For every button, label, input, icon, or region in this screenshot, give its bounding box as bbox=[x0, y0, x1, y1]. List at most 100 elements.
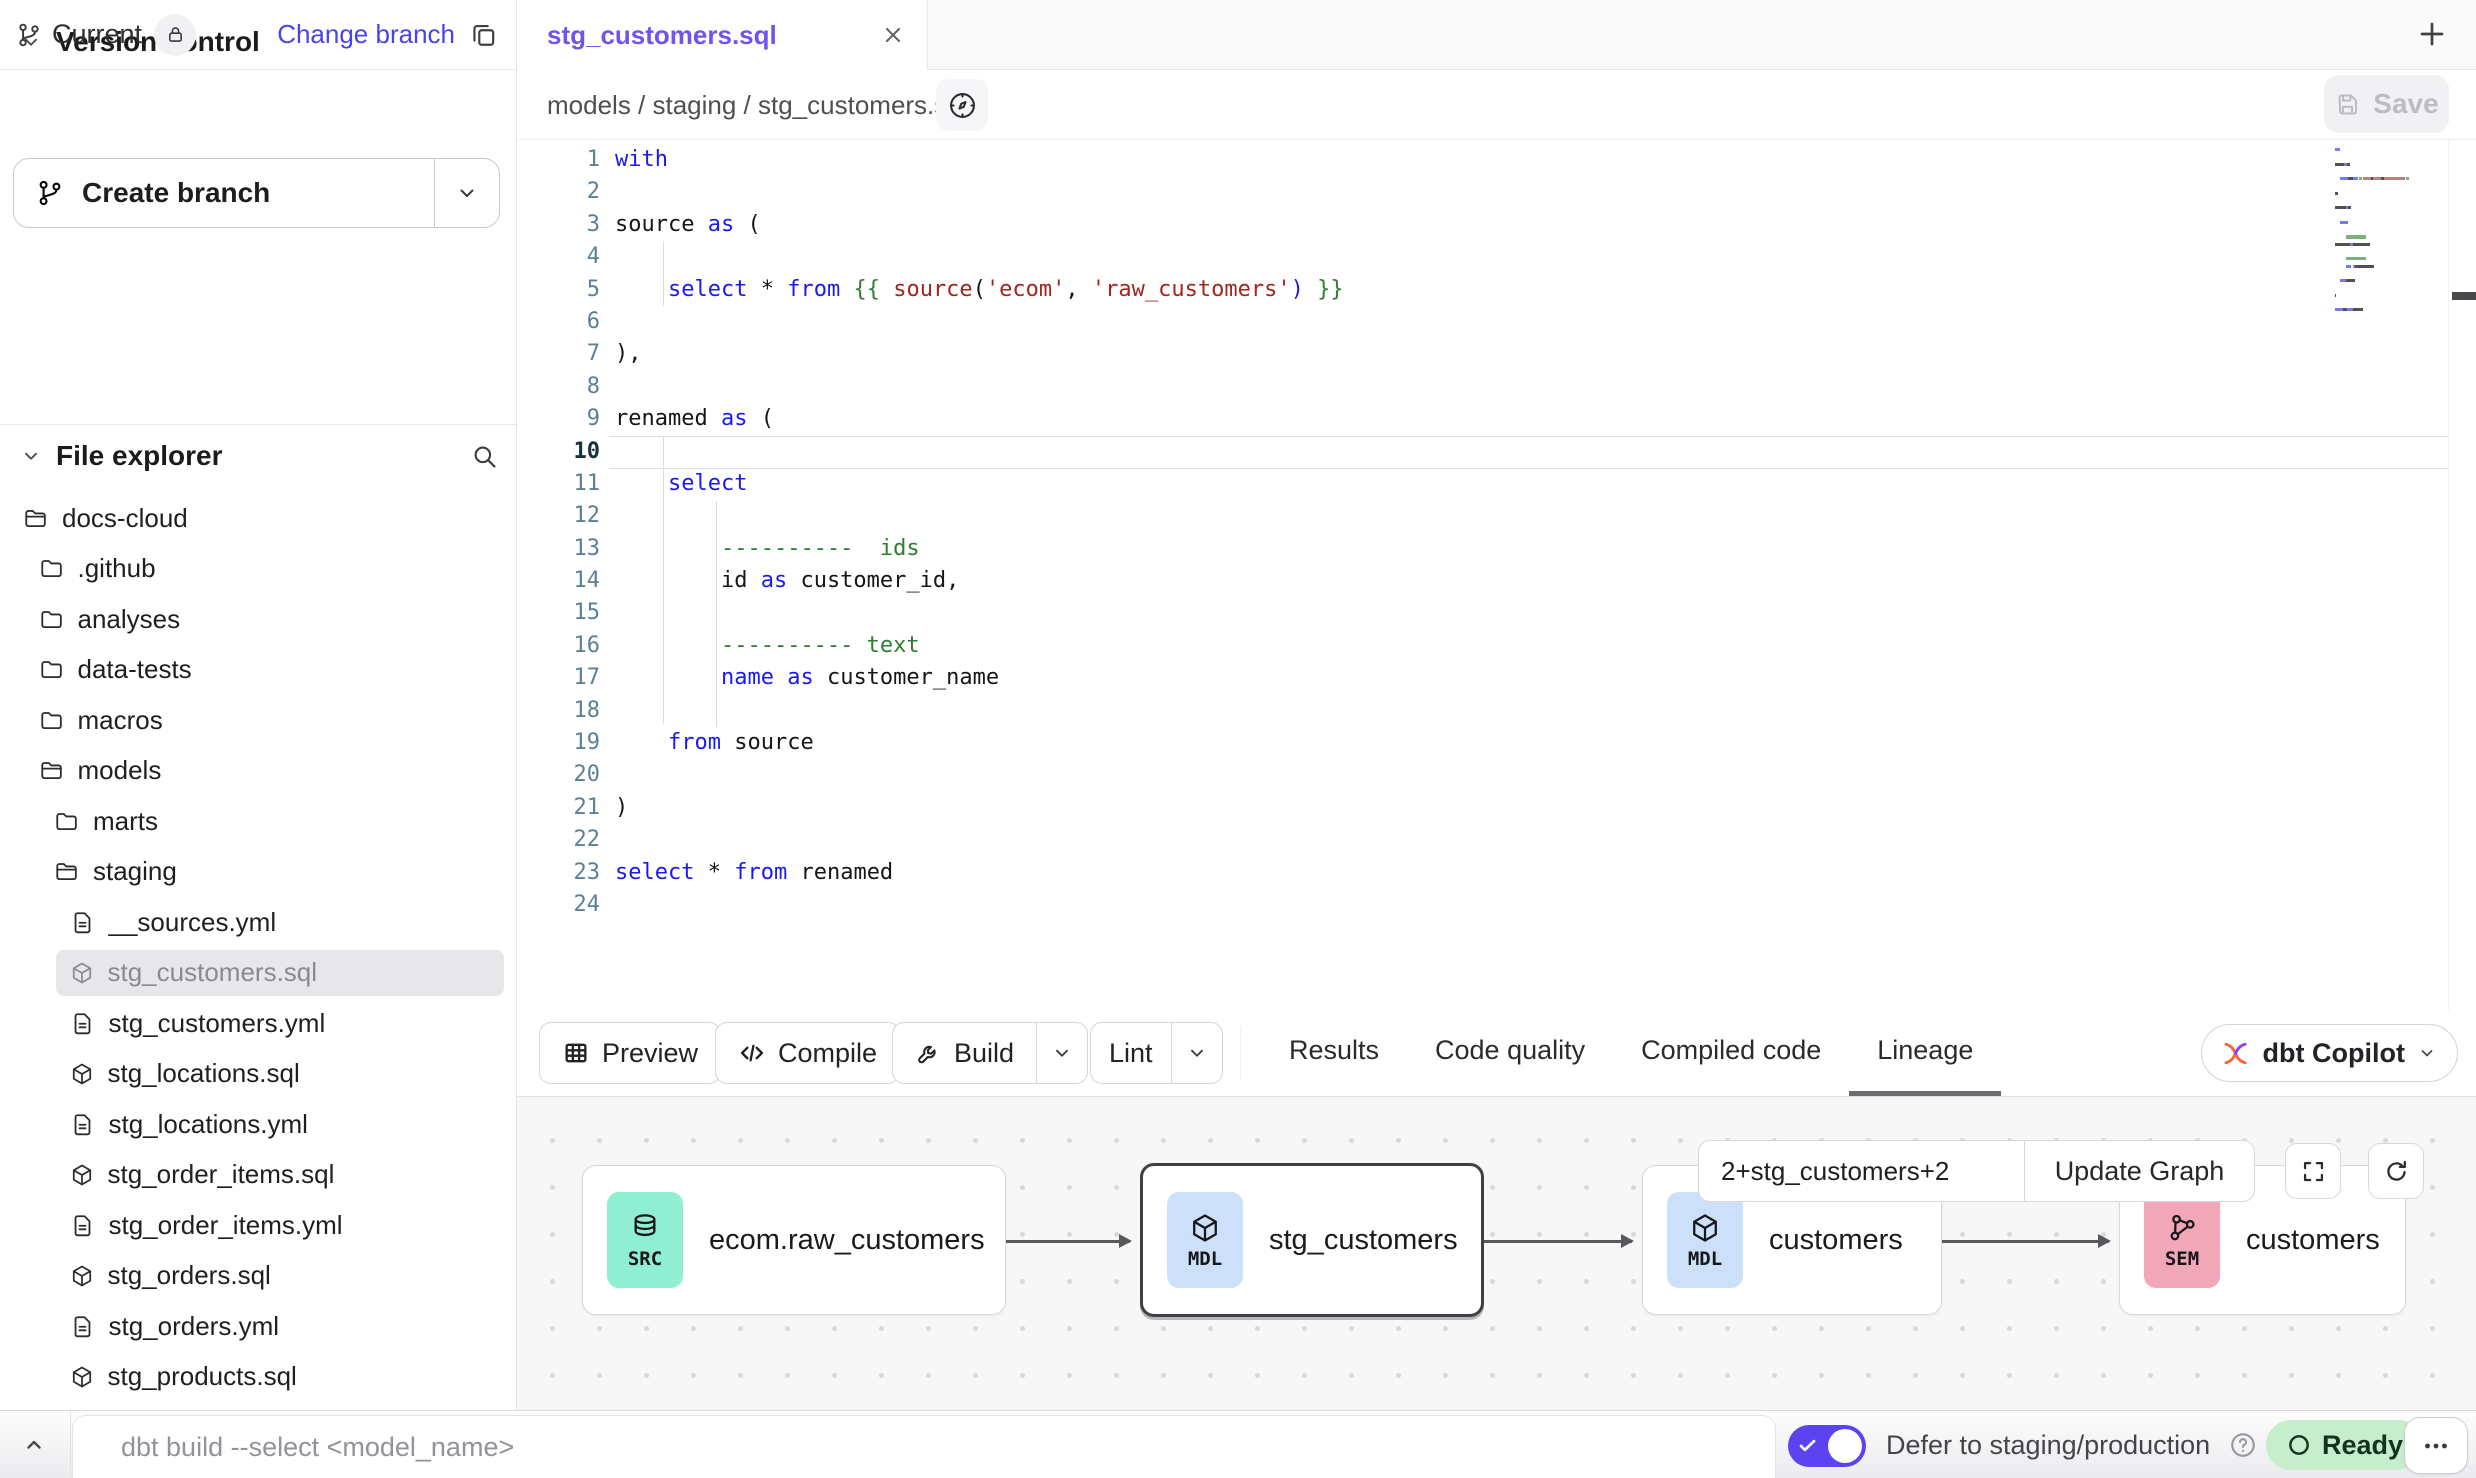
panel-tab-lineage[interactable]: Lineage bbox=[1849, 1010, 2001, 1096]
code-text: renamed as ( bbox=[600, 403, 774, 435]
more-options-button[interactable] bbox=[2404, 1417, 2468, 1474]
file-item-stg_products.sql[interactable]: stg_products.sql bbox=[0, 1352, 516, 1403]
preview-button[interactable]: Preview bbox=[539, 1022, 721, 1084]
code-line[interactable]: 23select * from renamed bbox=[517, 857, 2476, 889]
code-text bbox=[600, 436, 615, 468]
chevron-up-icon bbox=[22, 1433, 46, 1457]
code-line[interactable]: 11 select bbox=[517, 468, 2476, 500]
code-line[interactable]: 19 from source bbox=[517, 727, 2476, 759]
line-number: 21 bbox=[517, 792, 600, 824]
file-item-macros[interactable]: macros bbox=[0, 695, 516, 746]
editor-toolbar: Preview Compile Build Lint ResultsCode q… bbox=[517, 1010, 2476, 1097]
code-editor[interactable]: 1with23source as (45 select * from {{ so… bbox=[517, 140, 2476, 1010]
panel-tab-code-quality[interactable]: Code quality bbox=[1407, 1010, 1613, 1096]
file-item-stg_orders.yml[interactable]: stg_orders.yml bbox=[0, 1301, 516, 1352]
plus-icon bbox=[2416, 18, 2448, 50]
code-line[interactable]: 12 bbox=[517, 500, 2476, 532]
minimap[interactable] bbox=[2335, 148, 2448, 323]
file-item-stg_customers.yml[interactable]: stg_customers.yml bbox=[0, 998, 516, 1049]
code-line[interactable]: 17 name as customer_name bbox=[517, 662, 2476, 694]
code-line[interactable]: 13 ---------- ids bbox=[517, 533, 2476, 565]
database-icon bbox=[628, 1211, 662, 1245]
new-tab-button[interactable] bbox=[2416, 18, 2448, 50]
code-line[interactable]: 6 bbox=[517, 306, 2476, 338]
line-number: 17 bbox=[517, 662, 600, 694]
code-line[interactable]: 4 bbox=[517, 241, 2476, 273]
close-icon[interactable] bbox=[881, 23, 905, 47]
code-line[interactable]: 21) bbox=[517, 792, 2476, 824]
code-area[interactable]: 1with23source as (45 select * from {{ so… bbox=[517, 144, 2476, 921]
code-line[interactable]: 8 bbox=[517, 371, 2476, 403]
cube-icon bbox=[69, 1263, 95, 1289]
lineage-node-ecom.raw_customers[interactable]: SRCecom.raw_customers bbox=[582, 1165, 1006, 1315]
file-item-marts[interactable]: marts bbox=[0, 796, 516, 847]
code-text: select bbox=[600, 468, 747, 500]
code-line[interactable]: 16 ---------- text bbox=[517, 630, 2476, 662]
save-label: Save bbox=[2373, 88, 2438, 120]
code-line[interactable]: 24 bbox=[517, 889, 2476, 921]
file-item-label: stg_order_items.sql bbox=[108, 1159, 335, 1190]
lineage-selector-input[interactable] bbox=[1699, 1156, 2024, 1187]
expand-command-bar-button[interactable] bbox=[12, 1425, 56, 1465]
lineage-node-stg_customers[interactable]: MDLstg_customers bbox=[1140, 1163, 1484, 1317]
help-icon[interactable] bbox=[2228, 1430, 2258, 1460]
search-icon[interactable] bbox=[470, 442, 498, 470]
code-text bbox=[600, 889, 615, 921]
build-dropdown[interactable] bbox=[1037, 1023, 1087, 1083]
file-item-data-tests[interactable]: data-tests bbox=[0, 645, 516, 696]
file-item-stg_customers.sql[interactable]: stg_customers.sql bbox=[0, 948, 516, 999]
copy-branch-icon[interactable] bbox=[469, 20, 498, 49]
panel-tab-results[interactable]: Results bbox=[1261, 1010, 1407, 1096]
fullscreen-button[interactable] bbox=[2285, 1143, 2341, 1199]
dbt-copilot-button[interactable]: dbt Copilot bbox=[2201, 1024, 2458, 1082]
lint-dropdown[interactable] bbox=[1172, 1023, 1222, 1083]
code-text bbox=[600, 695, 615, 727]
code-line[interactable]: 5 select * from {{ source('ecom', 'raw_c… bbox=[517, 274, 2476, 306]
code-line[interactable]: 7), bbox=[517, 338, 2476, 370]
file-item-.github[interactable]: .github bbox=[0, 544, 516, 595]
update-graph-button[interactable]: Update Graph bbox=[2025, 1141, 2254, 1201]
build-button[interactable]: Build bbox=[892, 1022, 1088, 1084]
status-badge[interactable]: Ready bbox=[2266, 1420, 2423, 1470]
create-branch-button[interactable]: Create branch bbox=[13, 158, 500, 228]
cube-icon bbox=[1688, 1211, 1722, 1245]
file-item-models[interactable]: models bbox=[0, 746, 516, 797]
code-line[interactable]: 10 bbox=[517, 436, 2476, 468]
lineage-panel[interactable]: SRCecom.raw_customersMDLstg_customersMDL… bbox=[517, 1097, 2476, 1410]
file-item-label: staging bbox=[93, 856, 177, 887]
defer-toggle[interactable] bbox=[1788, 1425, 1866, 1467]
node-label: stg_customers bbox=[1269, 1224, 1458, 1257]
code-line[interactable]: 1with bbox=[517, 144, 2476, 176]
file-item-stg_locations.sql[interactable]: stg_locations.sql bbox=[0, 1049, 516, 1100]
command-input[interactable] bbox=[73, 1416, 1775, 1478]
save-button[interactable]: Save bbox=[2324, 75, 2449, 133]
file-item-__sources.yml[interactable]: __sources.yml bbox=[0, 897, 516, 948]
compile-button[interactable]: Compile bbox=[715, 1022, 900, 1084]
refresh-button[interactable] bbox=[2368, 1143, 2424, 1199]
git-branch-icon bbox=[16, 22, 42, 48]
code-line[interactable]: 14 id as customer_id, bbox=[517, 565, 2476, 597]
file-item-stg_order_items.yml[interactable]: stg_order_items.yml bbox=[0, 1200, 516, 1251]
file-item-stg_locations.yml[interactable]: stg_locations.yml bbox=[0, 1099, 516, 1150]
code-line[interactable]: 22 bbox=[517, 824, 2476, 856]
create-branch-dropdown[interactable] bbox=[435, 181, 499, 205]
file-item-stg_order_items.sql[interactable]: stg_order_items.sql bbox=[0, 1150, 516, 1201]
tab-stg-customers-sql[interactable]: stg_customers.sql bbox=[517, 0, 928, 70]
code-line[interactable]: 3source as ( bbox=[517, 209, 2476, 241]
code-line[interactable]: 9renamed as ( bbox=[517, 403, 2476, 435]
code-line[interactable]: 18 bbox=[517, 695, 2476, 727]
lint-button[interactable]: Lint bbox=[1090, 1022, 1223, 1084]
panel-tab-compiled-code[interactable]: Compiled code bbox=[1613, 1010, 1849, 1096]
file-item-stg_orders.sql[interactable]: stg_orders.sql bbox=[0, 1251, 516, 1302]
change-branch-link[interactable]: Change branch bbox=[277, 19, 455, 50]
code-line[interactable]: 20 bbox=[517, 759, 2476, 791]
file-item-analyses[interactable]: analyses bbox=[0, 594, 516, 645]
file-item-staging[interactable]: staging bbox=[0, 847, 516, 898]
copilot-file-action-button[interactable] bbox=[936, 79, 988, 131]
code-line[interactable]: 2 bbox=[517, 176, 2476, 208]
file-item-docs-cloud[interactable]: docs-cloud bbox=[0, 493, 516, 544]
code-line[interactable]: 15 bbox=[517, 597, 2476, 629]
status-circle-icon bbox=[2286, 1432, 2312, 1458]
file-explorer-header[interactable]: File explorer bbox=[0, 425, 516, 487]
file-item-label: .github bbox=[78, 553, 156, 584]
